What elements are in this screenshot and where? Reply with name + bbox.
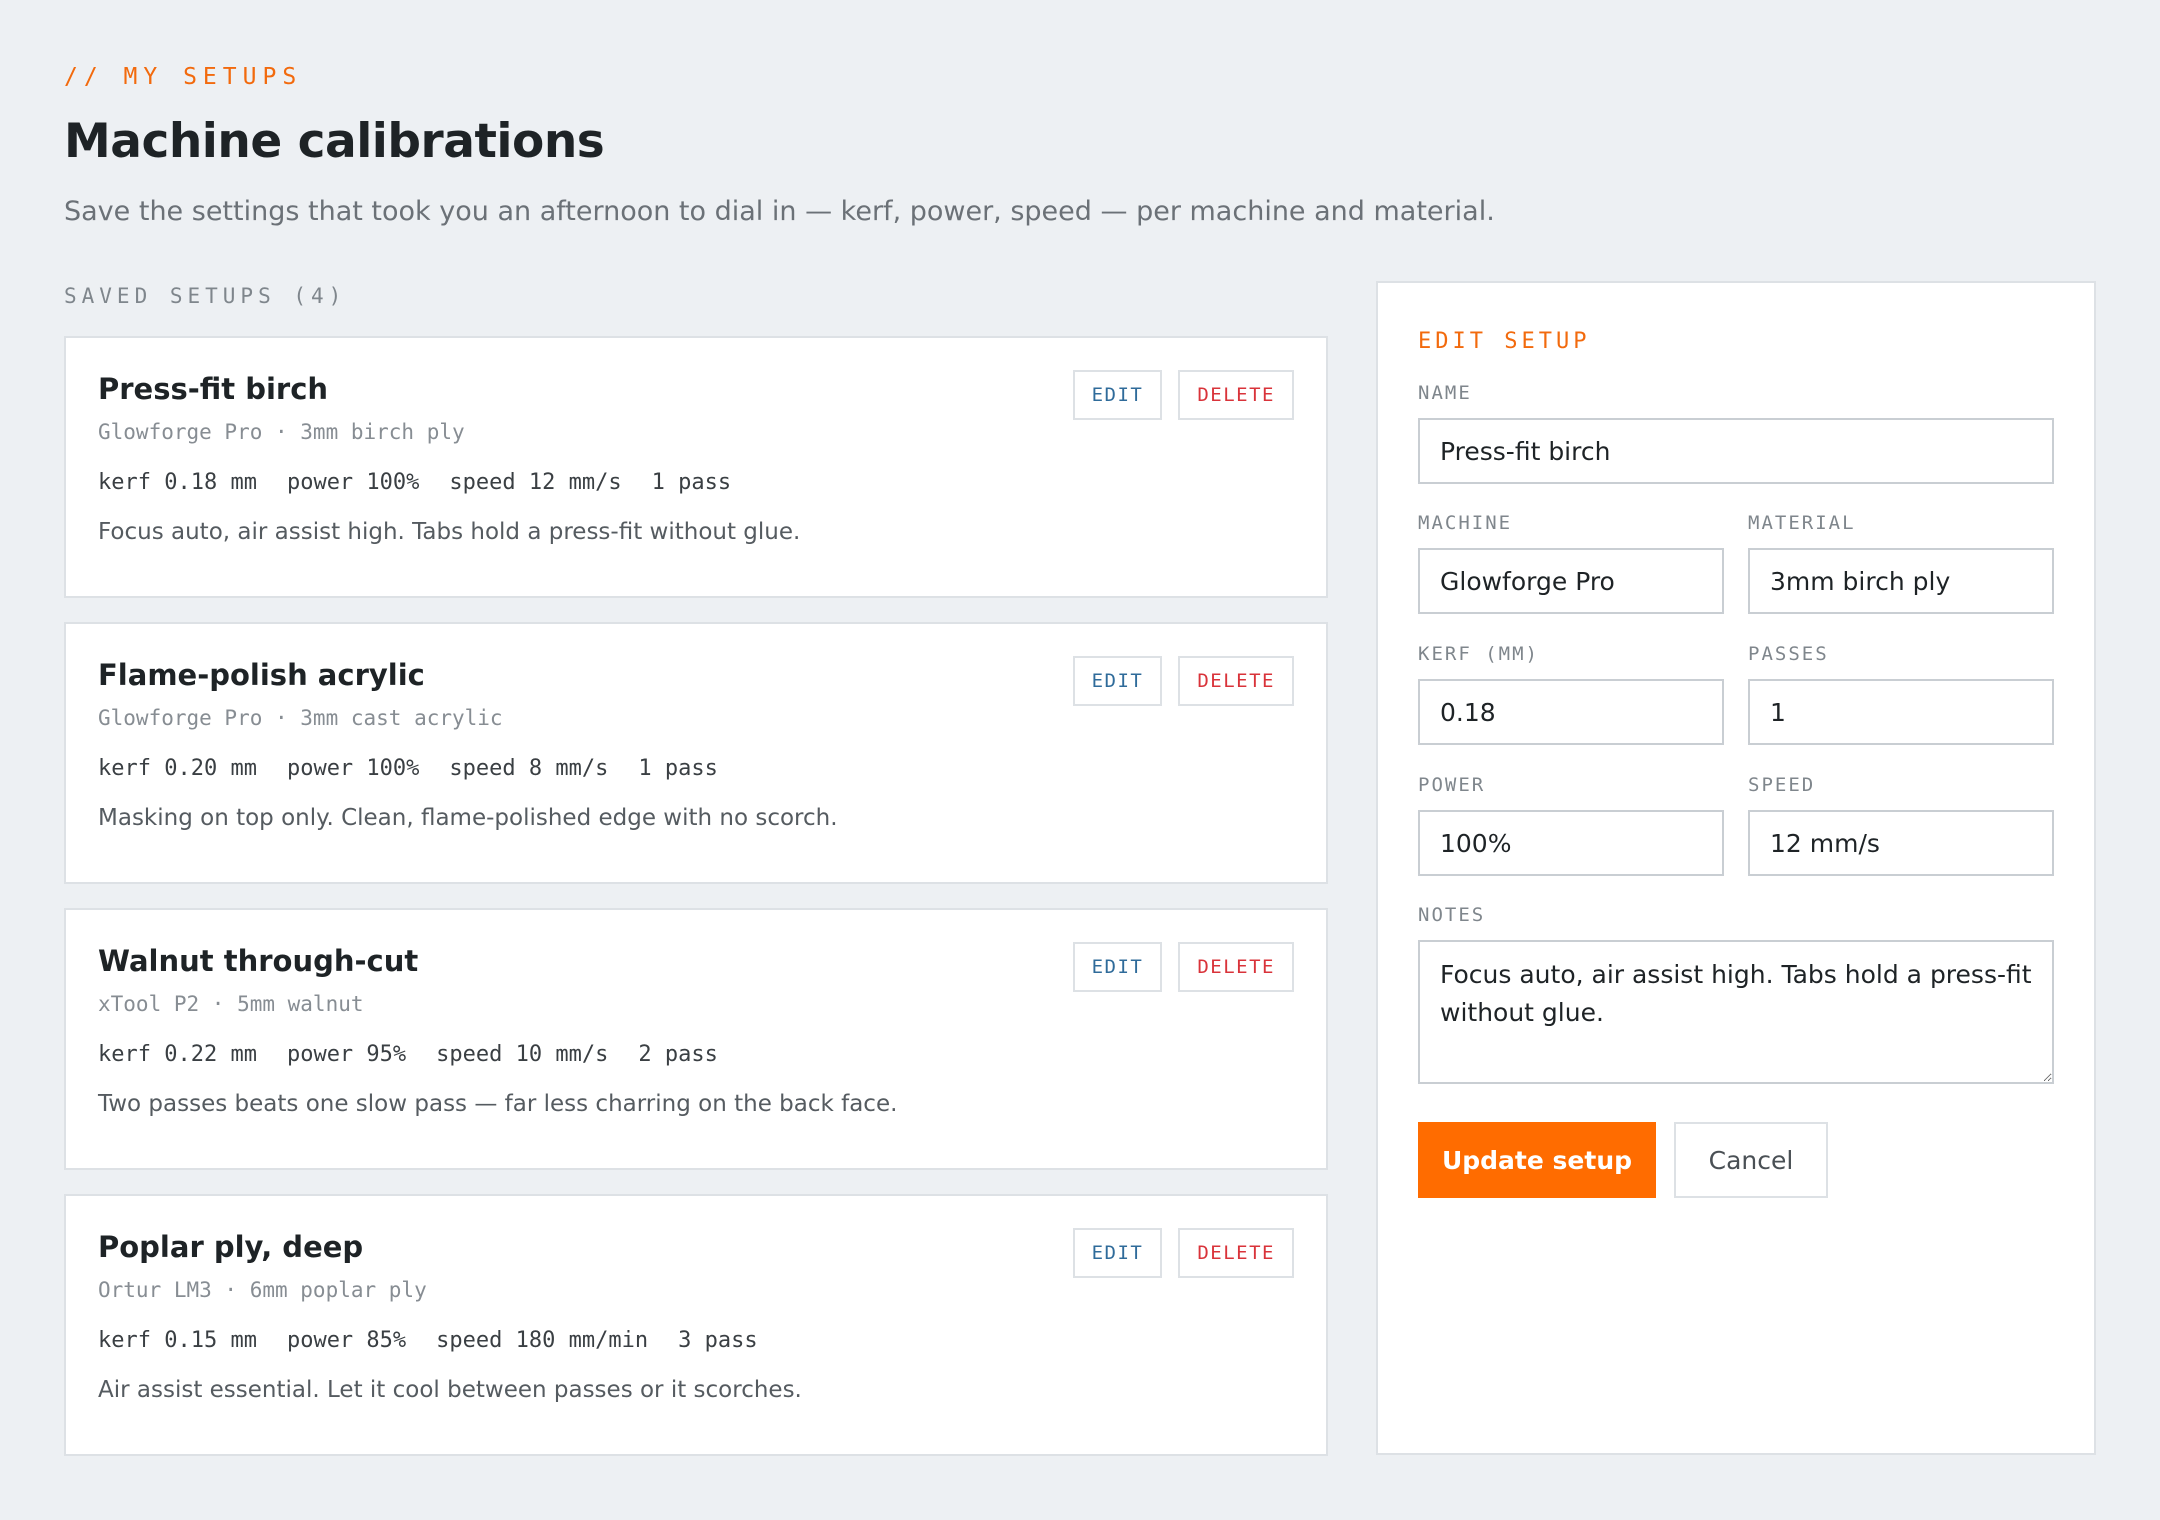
material-input[interactable] [1748, 548, 2054, 614]
edit-button[interactable]: EDIT [1072, 656, 1163, 706]
update-setup-button[interactable]: Update setup [1418, 1122, 1656, 1198]
name-input[interactable] [1418, 418, 2054, 484]
cancel-button[interactable]: Cancel [1674, 1122, 1828, 1198]
kerf-input[interactable] [1418, 679, 1724, 745]
passes-input[interactable] [1748, 679, 2054, 745]
material-label: MATERIAL [1748, 512, 1856, 534]
passes-label: PASSES [1748, 643, 1829, 665]
stat-kerf: kerf 0.18 mm [98, 470, 257, 495]
delete-button[interactable]: DELETE [1178, 1228, 1294, 1278]
delete-button[interactable]: DELETE [1178, 656, 1294, 706]
speed-input[interactable] [1748, 810, 2054, 876]
setup-card: Flame-polish acrylic Glowforge Pro · 3mm… [64, 622, 1328, 884]
stat-passes: 1 pass [638, 756, 718, 781]
delete-button[interactable]: DELETE [1178, 370, 1294, 420]
stat-kerf: kerf 0.22 mm [98, 1042, 257, 1067]
setup-card: Press-fit birch Glowforge Pro · 3mm birc… [64, 336, 1328, 598]
setup-card-actions: EDIT DELETE [1072, 656, 1294, 706]
machine-label: MACHINE [1418, 512, 1513, 534]
setup-card-actions: EDIT DELETE [1072, 1228, 1294, 1278]
setup-card-stats: kerf 0.22 mm power 95% speed 10 mm/s 2 pass [98, 1042, 1294, 1067]
stat-passes: 1 pass [651, 470, 732, 495]
setup-card-meta: Ortur LM3 · 6mm poplar ply [98, 1278, 427, 1302]
page-title: Machine calibrations [64, 114, 605, 169]
setup-card-actions: EDIT DELETE [1072, 370, 1294, 420]
setup-list: Press-fit birch Glowforge Pro · 3mm birc… [64, 336, 1328, 1480]
stat-power: power 100% [286, 470, 420, 495]
setup-card-notes: Focus auto, air assist high. Tabs hold a… [98, 519, 801, 545]
stat-kerf: kerf 0.20 mm [98, 756, 257, 781]
edit-button[interactable]: EDIT [1072, 1228, 1163, 1278]
setup-card-meta: Glowforge Pro · 3mm birch ply [98, 420, 465, 444]
setup-card-stats: kerf 0.18 mm power 100% speed 12 mm/s 1 pas… [98, 470, 1294, 495]
stat-speed: speed 12 mm/s [449, 470, 622, 495]
edit-button[interactable]: EDIT [1072, 942, 1163, 992]
stat-power: power 85% [286, 1328, 407, 1353]
setup-card-notes: Air assist essential. Let it cool betwee… [98, 1377, 802, 1403]
stat-kerf: kerf 0.15 mm [98, 1328, 257, 1353]
notes-label: NOTES [1418, 904, 1486, 926]
edit-setup-panel: EDIT SETUP NAME MACHINE MATERIAL KERF (M… [1376, 281, 2096, 1455]
delete-button[interactable]: DELETE [1178, 942, 1294, 992]
setup-card-notes: Two passes beats one slow pass — far les… [98, 1091, 898, 1117]
stat-power: power 95% [286, 1042, 407, 1067]
panel-title: EDIT SETUP [1418, 329, 1591, 354]
name-label: NAME [1418, 382, 1472, 404]
stat-power: power 100% [286, 756, 420, 781]
stat-speed: speed 180 mm/min [436, 1328, 649, 1353]
saved-setups-label: SAVED SETUPS (4) [64, 284, 347, 308]
stat-passes: 3 pass [678, 1328, 758, 1353]
setup-card-actions: EDIT DELETE [1072, 942, 1294, 992]
page-subtitle: Save the settings that took you an after… [64, 196, 1495, 227]
setup-card-meta: Glowforge Pro · 3mm cast acrylic [98, 706, 503, 730]
machine-input[interactable] [1418, 548, 1724, 614]
kerf-label: KERF (MM) [1418, 643, 1539, 665]
stat-speed: speed 8 mm/s [449, 756, 609, 781]
setup-card: Poplar ply, deep Ortur LM3 · 6mm poplar … [64, 1194, 1328, 1456]
power-label: POWER [1418, 774, 1486, 796]
page-eyebrow: // MY SETUPS [64, 64, 303, 90]
setup-card-stats: kerf 0.20 mm power 100% speed 8 mm/s 1 pass [98, 756, 1294, 781]
stat-speed: speed 10 mm/s [436, 1042, 609, 1067]
setup-card-stats: kerf 0.15 mm power 85% speed 180 mm/min 3 p… [98, 1328, 1294, 1353]
power-input[interactable] [1418, 810, 1724, 876]
setup-card-meta: xTool P2 · 5mm walnut [98, 992, 364, 1016]
notes-textarea[interactable]: Focus auto, air assist high. Tabs hold a… [1418, 940, 2054, 1084]
edit-button[interactable]: EDIT [1072, 370, 1163, 420]
setup-card: Walnut through-cut xTool P2 · 5mm walnut… [64, 908, 1328, 1170]
speed-label: SPEED [1748, 774, 1816, 796]
stat-passes: 2 pass [638, 1042, 718, 1067]
setup-card-notes: Masking on top only. Clean, flame-polish… [98, 805, 838, 831]
